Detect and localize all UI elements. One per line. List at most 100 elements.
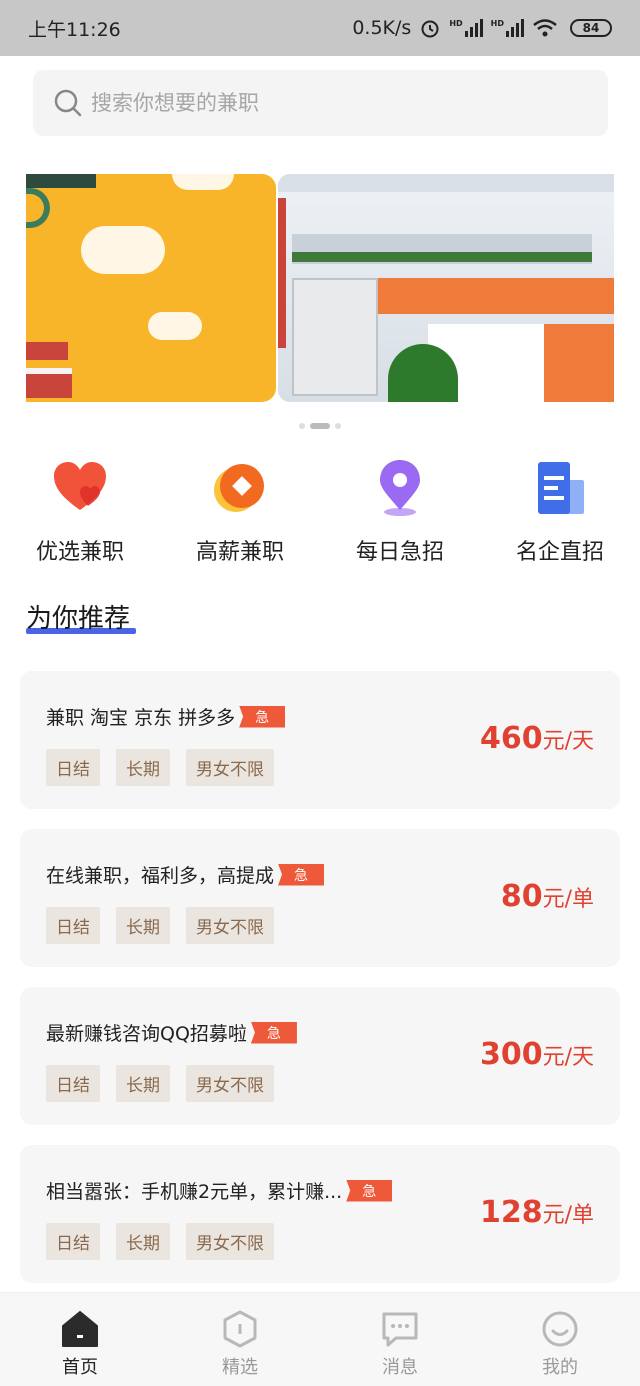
urgent-badge: 急 bbox=[250, 1021, 297, 1044]
tab-home[interactable]: 首页 bbox=[0, 1293, 160, 1386]
job-salary: 460 元/天 bbox=[480, 721, 594, 756]
job-title: 相当嚣张：手机赚2元单，累计赚... bbox=[46, 1181, 343, 1203]
location-pin-icon bbox=[370, 458, 430, 518]
network-speed: 0.5K/s bbox=[352, 17, 412, 39]
job-card[interactable]: 最新赚钱咨询QQ招募啦 急 日结 长期 男女不限 300 元/天 bbox=[20, 987, 620, 1125]
status-icons: 0.5K/s HD HD 84 bbox=[352, 17, 612, 39]
battery-indicator: 84 bbox=[570, 19, 612, 37]
salary-amount: 80 bbox=[500, 879, 543, 914]
section-title: 为你推荐 bbox=[26, 604, 131, 634]
office-copier bbox=[292, 278, 378, 396]
salary-unit: 元/天 bbox=[542, 729, 594, 754]
search-input[interactable] bbox=[91, 91, 541, 115]
job-tags: 日结 长期 男女不限 bbox=[46, 1223, 274, 1260]
job-title: 在线兼职，福利多，高提成 bbox=[46, 865, 275, 887]
tab-profile[interactable]: 我的 bbox=[480, 1293, 640, 1386]
banner-decor-block bbox=[26, 342, 68, 360]
office-desk-right bbox=[544, 324, 614, 402]
job-tag: 长期 bbox=[116, 1223, 170, 1260]
office-ceiling bbox=[278, 174, 614, 192]
banner-carousel[interactable] bbox=[26, 174, 614, 402]
category-youxuan[interactable]: 优选兼职 bbox=[0, 458, 160, 566]
salary-unit: 元/单 bbox=[542, 887, 594, 912]
job-title-row: 最新赚钱咨询QQ招募啦 急 bbox=[46, 1019, 297, 1046]
heart-icon bbox=[50, 458, 110, 518]
category-gaoxin[interactable]: 高薪兼职 bbox=[160, 458, 320, 566]
carousel-dot-active bbox=[310, 423, 330, 429]
category-label: 名企直招 bbox=[515, 540, 604, 565]
hd-label-1: HD bbox=[449, 19, 463, 28]
search-icon bbox=[54, 89, 82, 117]
banner-decor-bar bbox=[26, 174, 96, 188]
office-partition bbox=[378, 278, 614, 314]
carousel-dot bbox=[299, 423, 305, 429]
category-shortcuts: 优选兼职 高薪兼职 每日急招 名企直招 bbox=[0, 458, 640, 566]
office-plants-row bbox=[292, 252, 592, 262]
hexagon-icon bbox=[220, 1309, 260, 1349]
job-card[interactable]: 相当嚣张：手机赚2元单，累计赚... 急 日结 长期 男女不限 128 元/单 bbox=[20, 1145, 620, 1283]
banner-cloud-top bbox=[172, 174, 234, 190]
alarm-icon bbox=[421, 20, 439, 38]
job-title-row: 在线兼职，福利多，高提成 急 bbox=[46, 861, 325, 888]
hd-label-2: HD bbox=[490, 19, 504, 28]
status-bar: 上午11:26 0.5K/s HD HD 84 bbox=[0, 0, 640, 56]
carousel-dot bbox=[335, 423, 341, 429]
urgent-badge: 急 bbox=[239, 705, 286, 728]
tab-featured[interactable]: 精选 bbox=[160, 1293, 320, 1386]
salary-unit: 元/单 bbox=[542, 1203, 594, 1228]
carousel-indicator bbox=[0, 423, 640, 429]
category-label: 高薪兼职 bbox=[195, 540, 284, 565]
search-bar[interactable] bbox=[33, 70, 608, 136]
tab-label: 消息 bbox=[382, 1357, 418, 1378]
banner-decor-hook bbox=[26, 188, 50, 228]
salary-amount: 128 bbox=[479, 1195, 543, 1230]
banner-decor-block-2 bbox=[26, 368, 72, 398]
salary-amount: 300 bbox=[479, 1037, 543, 1072]
job-tag: 男女不限 bbox=[186, 749, 274, 786]
urgent-badge: 急 bbox=[346, 1179, 393, 1202]
coin-icon bbox=[210, 458, 270, 518]
wifi-icon bbox=[533, 19, 557, 37]
job-card[interactable]: 兼职 淘宝 京东 拼多多 急 日结 长期 男女不限 460 元/天 bbox=[20, 671, 620, 809]
tab-messages[interactable]: 消息 bbox=[320, 1293, 480, 1386]
office-pillar bbox=[278, 198, 286, 348]
job-tags: 日结 长期 男女不限 bbox=[46, 907, 274, 944]
job-card[interactable]: 在线兼职，福利多，高提成 急 日结 长期 男女不限 80 元/单 bbox=[20, 829, 620, 967]
category-label: 优选兼职 bbox=[35, 540, 124, 565]
job-title-row: 相当嚣张：手机赚2元单，累计赚... 急 bbox=[46, 1177, 393, 1204]
bottom-tab-bar: 首页 精选 消息 我的 bbox=[0, 1292, 640, 1386]
tab-label: 我的 bbox=[542, 1357, 578, 1378]
category-label: 每日急招 bbox=[355, 540, 444, 565]
banner-slide-illustration[interactable] bbox=[26, 174, 276, 402]
urgent-badge: 急 bbox=[278, 863, 325, 886]
message-icon bbox=[380, 1309, 420, 1349]
job-title: 兼职 淘宝 京东 拼多多 bbox=[46, 707, 236, 729]
job-tag: 日结 bbox=[46, 749, 100, 786]
job-tag: 男女不限 bbox=[186, 907, 274, 944]
job-tag: 男女不限 bbox=[186, 1223, 274, 1260]
document-icon bbox=[530, 458, 590, 518]
job-tag: 日结 bbox=[46, 1065, 100, 1102]
job-tag: 长期 bbox=[116, 1065, 170, 1102]
status-time: 上午11:26 bbox=[28, 18, 121, 41]
job-title-row: 兼职 淘宝 京东 拼多多 急 bbox=[46, 703, 286, 730]
job-tags: 日结 长期 男女不限 bbox=[46, 1065, 274, 1102]
job-tag: 日结 bbox=[46, 907, 100, 944]
profile-icon bbox=[540, 1309, 580, 1349]
banner-cloud-small bbox=[148, 312, 202, 340]
job-tag: 日结 bbox=[46, 1223, 100, 1260]
category-meiri[interactable]: 每日急招 bbox=[320, 458, 480, 566]
tab-label: 精选 bbox=[222, 1357, 258, 1378]
job-salary: 300 元/天 bbox=[480, 1037, 594, 1072]
signal-icon-1: HD bbox=[449, 19, 483, 37]
category-mingqi[interactable]: 名企直招 bbox=[480, 458, 640, 566]
banner-cloud bbox=[81, 226, 165, 274]
home-icon bbox=[60, 1309, 100, 1349]
signal-icon-2: HD bbox=[491, 19, 524, 37]
banner-slide-office[interactable] bbox=[278, 174, 614, 402]
job-tag: 男女不限 bbox=[186, 1065, 274, 1102]
job-tag: 长期 bbox=[116, 749, 170, 786]
tab-label: 首页 bbox=[62, 1357, 98, 1378]
salary-amount: 460 bbox=[479, 721, 543, 756]
job-salary: 80 元/单 bbox=[501, 879, 594, 914]
